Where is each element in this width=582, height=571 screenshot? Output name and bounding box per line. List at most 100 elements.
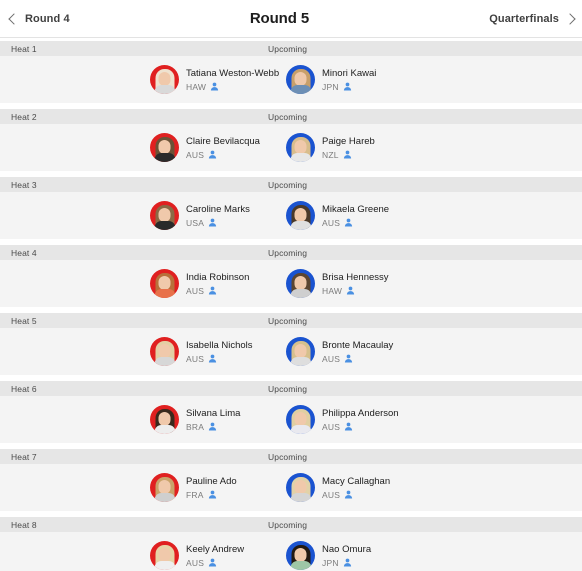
athlete-card[interactable]: Minori Kawai JPN	[286, 65, 466, 94]
athlete-card[interactable]: Isabella Nichols AUS	[150, 337, 286, 366]
athlete-meta: AUS	[322, 218, 389, 228]
person-icon[interactable]	[344, 354, 353, 363]
avatar[interactable]	[286, 337, 315, 366]
athlete-meta: NZL	[322, 150, 375, 160]
athlete-country: JPN	[322, 81, 339, 92]
heat-body: India Robinson AUS Brisa Hennessy HAW	[0, 260, 582, 307]
avatar[interactable]	[286, 65, 315, 94]
athlete-country: AUS	[322, 217, 341, 228]
heat-header: Heat 5 Upcoming	[0, 313, 582, 328]
next-round-label: Quarterfinals	[489, 12, 559, 25]
heat-block[interactable]: Heat 4 Upcoming India Robinson AUS Brisa Hen…	[0, 245, 582, 307]
person-icon[interactable]	[343, 150, 352, 159]
heat-label: Heat 7	[11, 451, 37, 462]
athlete-text: Caroline Marks USA	[186, 204, 250, 228]
athlete-meta: FRA	[186, 490, 237, 500]
heat-block[interactable]: Heat 1 Upcoming Tatiana Weston-Webb HAW Mino…	[0, 41, 582, 103]
avatar[interactable]	[286, 405, 315, 434]
avatar[interactable]	[286, 269, 315, 298]
athlete-portrait-icon	[154, 476, 175, 502]
athlete-card[interactable]: Philippa Anderson AUS	[286, 405, 466, 434]
athlete-meta: USA	[186, 218, 250, 228]
avatar[interactable]	[286, 201, 315, 230]
avatar[interactable]	[150, 473, 179, 502]
person-icon[interactable]	[344, 422, 353, 431]
avatar[interactable]	[150, 201, 179, 230]
heat-block[interactable]: Heat 7 Upcoming Pauline Ado FRA Macy Callagh…	[0, 449, 582, 511]
person-icon[interactable]	[344, 218, 353, 227]
heat-list: Heat 1 Upcoming Tatiana Weston-Webb HAW Mino…	[0, 38, 582, 571]
avatar[interactable]	[286, 541, 315, 570]
athlete-text: Silvana Lima BRA	[186, 408, 240, 432]
athlete-text: Nao Omura JPN	[322, 544, 371, 568]
athlete-name: Nao Omura	[322, 543, 372, 555]
athlete-card[interactable]: Tatiana Weston-Webb HAW	[150, 65, 286, 94]
athlete-card[interactable]: Silvana Lima BRA	[150, 405, 286, 434]
heat-body: Silvana Lima BRA Philippa Anderson AUS	[0, 396, 582, 443]
athlete-card[interactable]: Paige Hareb NZL	[286, 133, 466, 162]
person-icon[interactable]	[343, 558, 352, 567]
heat-label: Heat 3	[11, 179, 37, 190]
chevron-left-icon	[8, 12, 20, 25]
athlete-card[interactable]: Claire Bevilacqua AUS	[150, 133, 286, 162]
heat-block[interactable]: Heat 8 Upcoming Keely Andrew AUS Nao Omura JP…	[0, 517, 582, 571]
page-title-container: Round 5	[70, 0, 490, 37]
heat-block[interactable]: Heat 5 Upcoming Isabella Nichols AUS Bronte …	[0, 313, 582, 375]
person-icon[interactable]	[343, 82, 352, 91]
person-icon[interactable]	[208, 150, 217, 159]
athlete-card[interactable]: Pauline Ado FRA	[150, 473, 286, 502]
athlete-text: India Robinson AUS	[186, 272, 249, 296]
previous-round-button[interactable]: Round 4	[8, 12, 70, 25]
athlete-country: USA	[186, 217, 205, 228]
athlete-card[interactable]: Brisa Hennessy HAW	[286, 269, 466, 298]
next-round-button[interactable]: Quarterfinals	[489, 12, 576, 25]
person-icon[interactable]	[346, 286, 355, 295]
heat-status: Upcoming	[268, 179, 308, 190]
athlete-name: Keely Andrew	[186, 543, 245, 555]
person-icon[interactable]	[210, 82, 219, 91]
avatar[interactable]	[150, 269, 179, 298]
heat-block[interactable]: Heat 2 Upcoming Claire Bevilacqua AUS Paige …	[0, 109, 582, 171]
avatar[interactable]	[150, 337, 179, 366]
athlete-country: JPN	[322, 557, 339, 568]
heat-status: Upcoming	[268, 43, 308, 54]
avatar[interactable]	[150, 541, 179, 570]
heat-block[interactable]: Heat 6 Upcoming Silvana Lima BRA Philippa An…	[0, 381, 582, 443]
athlete-meta: AUS	[322, 490, 390, 500]
athlete-card[interactable]: Mikaela Greene AUS	[286, 201, 466, 230]
athlete-card[interactable]: Caroline Marks USA	[150, 201, 286, 230]
athlete-text: Tatiana Weston-Webb HAW	[186, 68, 279, 92]
athlete-country: AUS	[186, 285, 205, 296]
athlete-text: Mikaela Greene AUS	[322, 204, 389, 228]
athlete-meta: BRA	[186, 422, 240, 432]
athlete-country: FRA	[186, 489, 204, 500]
athlete-country: AUS	[322, 353, 341, 364]
avatar[interactable]	[150, 405, 179, 434]
athlete-name: Bronte Macaulay	[322, 339, 394, 351]
avatar[interactable]	[286, 473, 315, 502]
athlete-name: Macy Callaghan	[322, 475, 391, 487]
athlete-name: Paige Hareb	[322, 135, 375, 147]
avatar[interactable]	[286, 133, 315, 162]
athlete-card[interactable]: Bronte Macaulay AUS	[286, 337, 466, 366]
person-icon[interactable]	[344, 490, 353, 499]
athlete-card[interactable]: Nao Omura JPN	[286, 541, 466, 570]
person-icon[interactable]	[208, 422, 217, 431]
person-icon[interactable]	[208, 558, 217, 567]
athlete-card[interactable]: India Robinson AUS	[150, 269, 286, 298]
person-icon[interactable]	[208, 490, 217, 499]
athlete-text: Bronte Macaulay AUS	[322, 340, 393, 364]
athlete-card[interactable]: Keely Andrew AUS	[150, 541, 286, 570]
athlete-name: Philippa Anderson	[322, 407, 399, 419]
person-icon[interactable]	[208, 286, 217, 295]
athlete-meta: AUS	[322, 354, 393, 364]
athlete-meta: AUS	[186, 558, 244, 568]
person-icon[interactable]	[208, 218, 217, 227]
person-icon[interactable]	[208, 354, 217, 363]
athlete-name: Caroline Marks	[186, 203, 250, 215]
avatar[interactable]	[150, 133, 179, 162]
athlete-portrait-icon	[290, 204, 311, 230]
heat-block[interactable]: Heat 3 Upcoming Caroline Marks USA Mikaela G…	[0, 177, 582, 239]
avatar[interactable]	[150, 65, 179, 94]
athlete-card[interactable]: Macy Callaghan AUS	[286, 473, 466, 502]
